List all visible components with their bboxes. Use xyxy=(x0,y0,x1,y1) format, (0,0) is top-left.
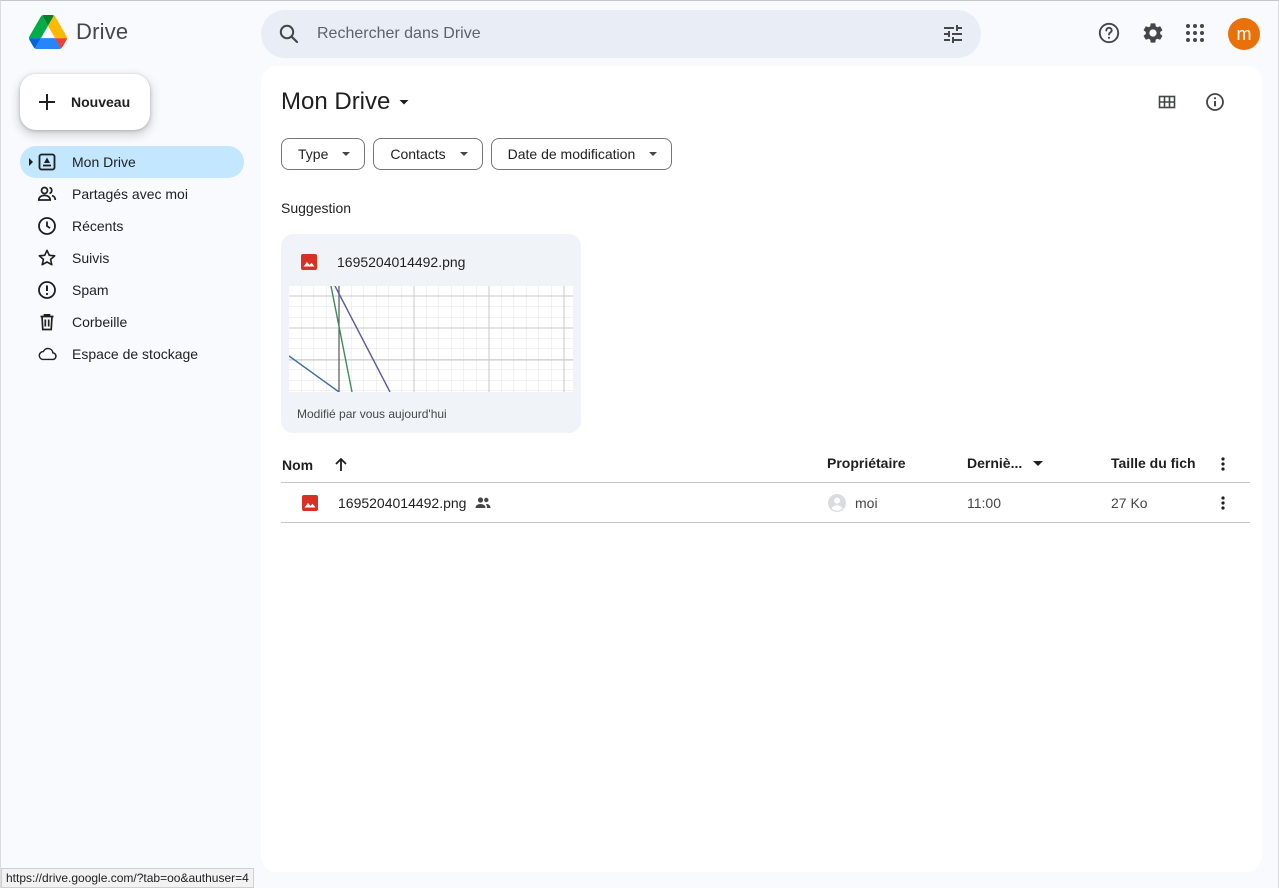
sidebar-item-label: Corbeille xyxy=(72,314,128,330)
sidebar-item-label: Récents xyxy=(72,218,124,234)
file-name: 1695204014492.png xyxy=(338,495,467,511)
search-options-icon[interactable] xyxy=(941,22,965,51)
cloud-icon xyxy=(37,344,57,364)
file-name-cell: 1695204014492.png xyxy=(301,483,492,523)
column-label: Propriétaire xyxy=(827,455,906,471)
image-file-icon xyxy=(302,495,318,511)
column-last-modified-header[interactable]: Derniè... xyxy=(967,455,1046,471)
my-drive-icon xyxy=(37,152,57,172)
file-list-header: Nom Propriétaire Derniè... Taille du fic… xyxy=(281,446,1250,483)
filter-chips: Type Contacts Date de modification xyxy=(281,138,673,170)
search-icon[interactable] xyxy=(277,22,301,51)
table-row[interactable]: 1695204014492.png moi 11:00 27 Ko xyxy=(281,483,1250,523)
sidebar-item-storage[interactable]: Espace de stockage xyxy=(20,338,244,370)
grid-view-icon[interactable] xyxy=(1151,86,1183,118)
star-icon xyxy=(37,248,57,268)
page-title-text: Mon Drive xyxy=(281,88,391,115)
dropdown-arrow-icon xyxy=(649,152,658,156)
filter-type-chip[interactable]: Type xyxy=(281,138,366,170)
sidebar-nav: Mon Drive Partagés avec moi Récents Suiv… xyxy=(20,146,244,370)
page-title[interactable]: Mon Drive xyxy=(281,88,412,116)
chip-label: Date de modification xyxy=(507,146,636,162)
card-subtitle: Modifié par vous aujourd'hui xyxy=(297,407,447,421)
dropdown-arrow-icon[interactable] xyxy=(1030,455,1046,471)
filter-contacts-chip[interactable]: Contacts xyxy=(373,138,483,170)
search-bar[interactable] xyxy=(261,10,981,58)
row-more-options-icon[interactable] xyxy=(1215,483,1231,523)
sidebar-item-starred[interactable]: Suivis xyxy=(20,242,244,274)
owner-cell: moi xyxy=(827,483,878,523)
main-panel: Mon Drive Type Contacts Date de modifica… xyxy=(261,66,1262,872)
sidebar-item-label: Suivis xyxy=(72,250,110,266)
account-avatar[interactable]: m xyxy=(1228,18,1260,50)
file-thumbnail xyxy=(289,286,573,392)
column-name-header[interactable]: Nom xyxy=(282,455,353,475)
avatar-letter: m xyxy=(1236,23,1252,44)
sort-ascending-arrow-icon[interactable] xyxy=(329,455,353,475)
google-drive-logo-icon xyxy=(29,15,67,49)
top-bar: Drive m xyxy=(1,1,1279,65)
sidebar-item-label: Spam xyxy=(72,282,109,298)
file-size-cell: 27 Ko xyxy=(1111,495,1148,511)
owner-name: moi xyxy=(855,495,878,511)
suggested-file-card[interactable]: 1695204014492.png Modifié par vous aujou… xyxy=(281,234,581,433)
last-modified-cell: 11:00 xyxy=(967,495,1001,511)
column-label: Taille du fich xyxy=(1111,455,1196,471)
info-icon[interactable] xyxy=(1199,86,1231,118)
sidebar-item-spam[interactable]: Spam xyxy=(20,274,244,306)
sidebar-item-trash[interactable]: Corbeille xyxy=(20,306,244,338)
column-owner-header[interactable]: Propriétaire xyxy=(827,455,906,471)
drive-logo[interactable]: Drive xyxy=(29,15,128,49)
new-button-label: Nouveau xyxy=(71,94,131,110)
shared-people-icon xyxy=(37,184,57,204)
app-name: Drive xyxy=(76,19,129,44)
clock-icon xyxy=(37,216,57,236)
sidebar-item-recent[interactable]: Récents xyxy=(20,210,244,242)
trash-icon xyxy=(37,312,57,332)
chip-label: Contacts xyxy=(390,146,446,162)
dropdown-arrow-icon xyxy=(459,152,468,156)
chip-label: Type xyxy=(298,146,329,162)
column-file-size-header[interactable]: Taille du fich xyxy=(1111,455,1196,471)
expand-caret-icon[interactable] xyxy=(29,158,33,166)
search-input[interactable] xyxy=(317,10,917,58)
owner-avatar-icon xyxy=(828,494,846,512)
sidebar-item-my-drive[interactable]: Mon Drive xyxy=(20,146,244,178)
sidebar-item-shared-with-me[interactable]: Partagés avec moi xyxy=(20,178,244,210)
shared-people-icon xyxy=(475,497,491,508)
plus-icon xyxy=(39,94,55,110)
google-apps-grid-icon[interactable] xyxy=(1175,13,1215,53)
dropdown-arrow-icon xyxy=(342,152,351,156)
sidebar-item-label: Mon Drive xyxy=(72,154,136,170)
more-options-icon[interactable] xyxy=(1215,456,1231,472)
settings-gear-icon[interactable] xyxy=(1133,13,1173,53)
image-file-icon xyxy=(301,254,317,270)
sidebar-item-label: Espace de stockage xyxy=(72,346,199,362)
dropdown-arrow-icon xyxy=(399,100,409,105)
suggestion-heading: Suggestion xyxy=(281,200,352,216)
new-button[interactable]: Nouveau xyxy=(20,74,150,130)
column-label: Derniè... xyxy=(967,455,1023,471)
help-icon[interactable] xyxy=(1089,13,1129,53)
card-file-name: 1695204014492.png xyxy=(337,254,466,270)
column-label: Nom xyxy=(282,457,314,473)
status-bar-url: https://drive.google.com/?tab=oo&authuse… xyxy=(1,868,254,888)
card-header: 1695204014492.png xyxy=(300,253,465,271)
filter-modified-date-chip[interactable]: Date de modification xyxy=(490,138,673,170)
spam-icon xyxy=(37,280,57,300)
sidebar-item-label: Partagés avec moi xyxy=(72,186,188,202)
